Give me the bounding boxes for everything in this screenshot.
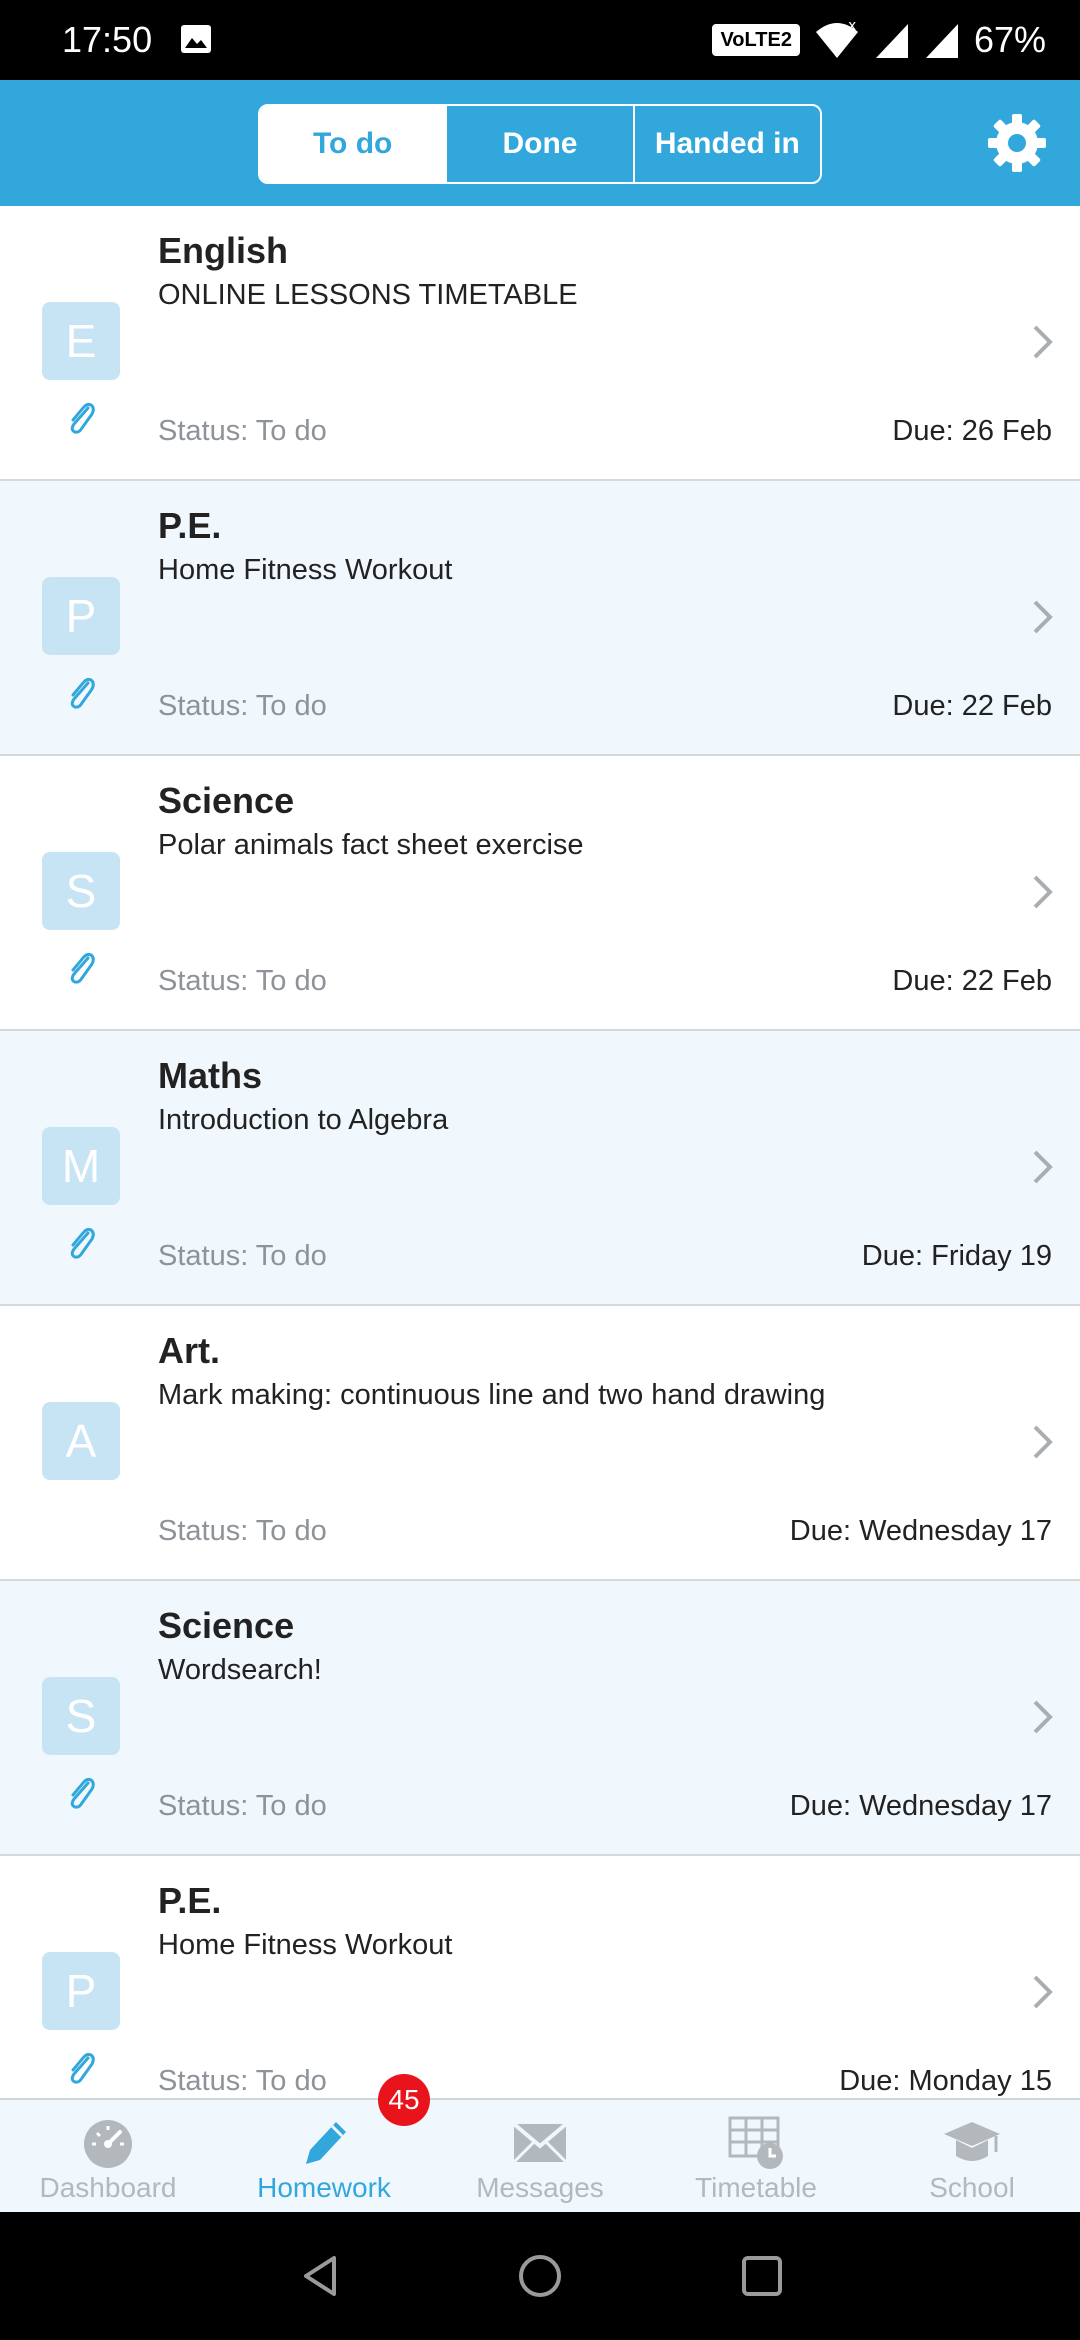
subject-title: Maths xyxy=(158,1055,263,1096)
battery-percent: 67% xyxy=(973,19,1046,60)
homework-item[interactable]: A Art. Mark making: continuous line and … xyxy=(0,1306,1080,1581)
homework-description: Wordsearch! xyxy=(158,1654,322,1686)
homework-item[interactable]: S Science Wordsearch! Status: To do Due:… xyxy=(0,1581,1080,1856)
subject-avatar: P xyxy=(42,577,120,655)
paperclip-icon xyxy=(70,402,95,434)
homework-count-badge: 45 xyxy=(378,2074,430,2126)
subject-title: P.E. xyxy=(158,1880,222,1921)
homework-item[interactable]: S Science Polar animals fact sheet exerc… xyxy=(0,756,1080,1031)
chevron-right-icon xyxy=(1033,875,1053,909)
subject-avatar: E xyxy=(42,302,120,380)
homework-status: Status: To do xyxy=(158,690,327,722)
subject-avatar: S xyxy=(42,1677,120,1755)
signal-icon xyxy=(925,24,958,58)
pencil-icon xyxy=(306,2122,346,2164)
homework-item[interactable]: P P.E. Home Fitness Workout Status: To d… xyxy=(0,1856,1080,2098)
status-bar: 17:50 VoLTE2 x 67% xyxy=(0,0,1080,80)
homework-item[interactable]: E English ONLINE LESSONS TIMETABLE Statu… xyxy=(0,206,1080,481)
paperclip-icon xyxy=(70,677,95,709)
homework-status: Status: To do xyxy=(158,1515,327,1547)
nav-label: School xyxy=(929,2172,1015,2203)
subject-title: Science xyxy=(158,1605,295,1646)
timetable-icon xyxy=(728,2116,783,2169)
chevron-right-icon xyxy=(1033,1425,1053,1459)
gear-icon[interactable] xyxy=(986,112,1048,174)
nav-messages[interactable]: Messages xyxy=(432,2100,648,2212)
chevron-right-icon xyxy=(1033,600,1053,634)
tab-handed-in[interactable]: Handed in xyxy=(632,106,820,182)
nav-label: Messages xyxy=(476,2172,604,2203)
homework-description: Mark making: continuous line and two han… xyxy=(158,1379,826,1411)
status-time: 17:50 xyxy=(62,19,153,60)
nav-timetable[interactable]: Timetable xyxy=(648,2100,864,2212)
wifi-icon: x xyxy=(815,20,858,58)
paperclip-icon xyxy=(70,2052,95,2084)
subject-avatar: A xyxy=(42,1402,120,1480)
home-icon[interactable] xyxy=(516,2252,564,2300)
app-header: To do Done Handed in xyxy=(0,80,1080,206)
homework-status: Status: To do xyxy=(158,2065,327,2097)
recents-icon[interactable] xyxy=(738,2252,786,2300)
homework-item[interactable]: M Maths Introduction to Algebra Status: … xyxy=(0,1031,1080,1306)
paperclip-icon xyxy=(70,952,95,984)
homework-item[interactable]: P P.E. Home Fitness Workout Status: To d… xyxy=(0,481,1080,756)
homework-due-date: Due: 26 Feb xyxy=(892,415,1052,447)
homework-due-date: Due: Monday 15 xyxy=(839,2065,1052,2097)
subject-title: English xyxy=(158,230,289,271)
homework-description: Home Fitness Workout xyxy=(158,554,453,586)
homework-status: Status: To do xyxy=(158,1790,327,1822)
homework-description: Home Fitness Workout xyxy=(158,1929,453,1961)
back-icon[interactable] xyxy=(296,2252,344,2300)
homework-due-date: Due: 22 Feb xyxy=(892,965,1052,997)
nav-label: Dashboard xyxy=(39,2172,177,2203)
signal-icon xyxy=(875,24,908,58)
chevron-right-icon xyxy=(1033,325,1053,359)
homework-description: ONLINE LESSONS TIMETABLE xyxy=(158,279,578,311)
homework-list: E English ONLINE LESSONS TIMETABLE Statu… xyxy=(0,206,1080,2098)
homework-status: Status: To do xyxy=(158,415,327,447)
homework-description: Introduction to Algebra xyxy=(158,1104,449,1136)
tab-done[interactable]: Done xyxy=(445,106,632,182)
envelope-icon xyxy=(512,2122,568,2164)
chevron-right-icon xyxy=(1033,1150,1053,1184)
subject-avatar: P xyxy=(42,1952,120,2030)
paperclip-icon xyxy=(70,1227,95,1259)
homework-due-date: Due: Friday 19 xyxy=(861,1240,1052,1272)
homework-filter-tabs: To do Done Handed in xyxy=(258,104,822,184)
system-navigation-bar xyxy=(0,2212,1080,2340)
volte-badge: VoLTE2 xyxy=(712,24,800,56)
status-right: VoLTE2 x 67% xyxy=(712,16,1046,64)
paperclip-icon xyxy=(70,1777,95,1809)
homework-description: Polar animals fact sheet exercise xyxy=(158,829,584,861)
nav-label: Timetable xyxy=(695,2172,817,2203)
dashboard-icon xyxy=(84,2120,132,2168)
image-icon xyxy=(181,25,211,53)
chevron-right-icon xyxy=(1033,1700,1053,1734)
subject-title: Art. xyxy=(158,1330,220,1371)
subject-title: Science xyxy=(158,780,295,821)
graduation-cap-icon xyxy=(944,2122,1000,2161)
bottom-navigation: Dashboard Homework Messages Timetable Sc… xyxy=(0,2098,1080,2212)
nav-dashboard[interactable]: Dashboard xyxy=(0,2100,216,2212)
nav-school[interactable]: School xyxy=(864,2100,1080,2212)
svg-text:x: x xyxy=(848,20,856,34)
homework-status: Status: To do xyxy=(158,1240,327,1272)
tab-to-do[interactable]: To do xyxy=(260,106,446,182)
homework-status: Status: To do xyxy=(158,965,327,997)
subject-avatar: S xyxy=(42,852,120,930)
homework-due-date: Due: Wednesday 17 xyxy=(789,1515,1052,1547)
chevron-right-icon xyxy=(1033,1975,1053,2009)
nav-label: Homework xyxy=(257,2172,391,2203)
subject-title: P.E. xyxy=(158,505,222,546)
subject-avatar: M xyxy=(42,1127,120,1205)
homework-due-date: Due: Wednesday 17 xyxy=(789,1790,1052,1822)
homework-due-date: Due: 22 Feb xyxy=(892,690,1052,722)
